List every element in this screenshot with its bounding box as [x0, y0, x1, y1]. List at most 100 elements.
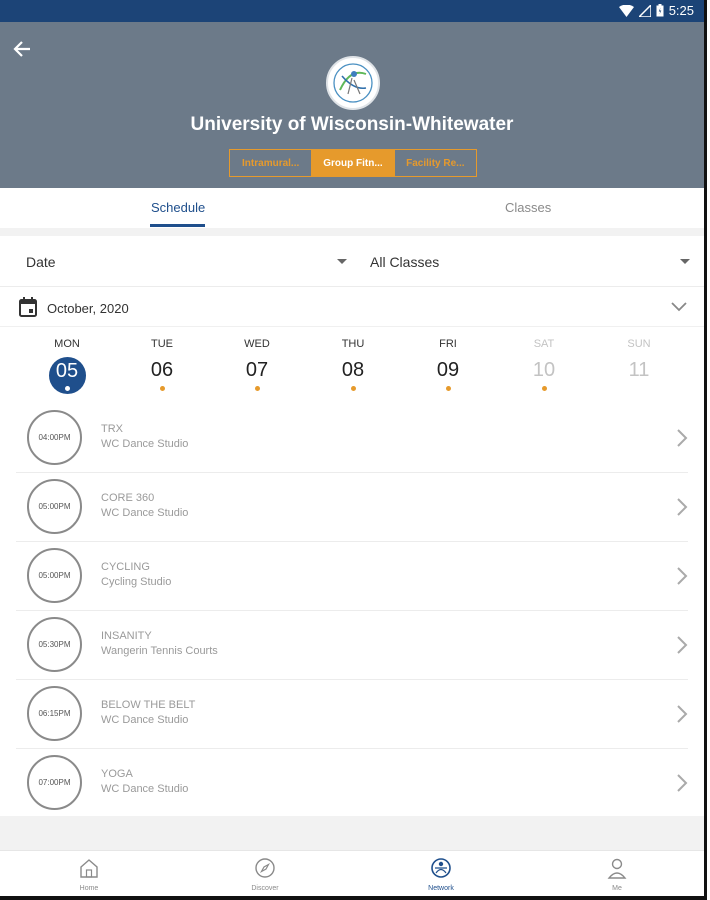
filter-bar: Date All Classes [0, 236, 704, 287]
events-dot [351, 386, 356, 391]
calendar-icon [19, 297, 37, 317]
class-name: CYCLING [101, 561, 150, 573]
day-name: SUN [627, 338, 651, 350]
day-sat[interactable]: SAT 10 [514, 336, 574, 398]
person-icon [607, 858, 627, 879]
class-row[interactable]: 06:15PM BELOW THE BELT WC Dance Studio [0, 680, 704, 749]
class-time: 06:15PM [27, 686, 82, 741]
chevron-down-icon[interactable] [670, 300, 688, 312]
class-list: 04:00PM TRX WC Dance Studio 05:00PM CORE… [0, 404, 704, 818]
list-footer-spacer [0, 816, 704, 850]
class-location: WC Dance Studio [101, 507, 189, 519]
app-frame: 5:25 University of Wisconsin-Whitewater … [0, 0, 707, 900]
events-dot [65, 386, 70, 391]
segment-group-fitness[interactable]: Group Fitn... [311, 150, 394, 176]
org-header: University of Wisconsin-Whitewater Intra… [0, 22, 704, 188]
class-name: TRX [101, 423, 123, 435]
day-name: FRI [439, 338, 457, 350]
class-name: CORE 360 [101, 492, 155, 504]
tab-classes[interactable]: Classes [505, 200, 551, 215]
day-tue[interactable]: TUE 06 [132, 336, 192, 398]
nav-discover[interactable]: Discover [225, 857, 305, 892]
nav-label: Network [428, 885, 454, 892]
nav-label: Discover [251, 885, 279, 892]
class-row[interactable]: 05:00PM CORE 360 WC Dance Studio [0, 473, 704, 542]
day-number: 07 [245, 359, 269, 381]
events-dot [446, 386, 451, 391]
day-name: THU [341, 338, 365, 350]
chevron-right-icon[interactable] [676, 773, 688, 793]
network-icon [431, 858, 451, 878]
day-number: 05 [55, 360, 79, 382]
active-tab-indicator [150, 224, 205, 227]
segment-intramural[interactable]: Intramural... [230, 150, 311, 176]
day-number: 11 [628, 359, 650, 381]
events-dot [542, 386, 547, 391]
signal-icon [638, 4, 651, 17]
class-location: WC Dance Studio [101, 783, 189, 795]
chevron-right-icon[interactable] [676, 566, 688, 586]
org-logo [326, 56, 380, 110]
chevron-right-icon[interactable] [676, 428, 688, 448]
class-time: 05:00PM [27, 548, 82, 603]
nav-label: Me [612, 885, 622, 892]
day-number: 09 [436, 359, 460, 381]
date-dropdown-caret-icon[interactable] [337, 259, 347, 264]
chevron-right-icon[interactable] [676, 497, 688, 517]
nav-network[interactable]: Network [401, 857, 481, 892]
day-number: 10 [532, 359, 556, 381]
events-dot [160, 386, 165, 391]
day-number: 08 [341, 359, 365, 381]
nav-me[interactable]: Me [577, 857, 657, 892]
status-icons: 5:25 [618, 3, 694, 18]
tab-schedule[interactable]: Schedule [151, 200, 205, 215]
category-segmented-control: Intramural... Group Fitn... Facility Re.… [229, 149, 477, 177]
wifi-icon [618, 4, 634, 17]
class-row[interactable]: 07:00PM YOGA WC Dance Studio [0, 749, 704, 818]
month-label: October, 2020 [47, 301, 129, 316]
date-filter-dropdown[interactable]: Date [26, 254, 56, 270]
class-name: YOGA [101, 768, 133, 780]
nav-label: Home [79, 885, 99, 892]
day-fri[interactable]: FRI 09 [418, 336, 478, 398]
day-thu[interactable]: THU 08 [323, 336, 383, 398]
status-bar: 5:25 [0, 0, 704, 22]
class-time: 04:00PM [27, 410, 82, 465]
class-name: INSANITY [101, 630, 152, 642]
compass-icon [255, 858, 275, 878]
day-sun[interactable]: SUN 11 [609, 336, 669, 398]
class-row[interactable]: 05:30PM INSANITY Wangerin Tennis Courts [0, 611, 704, 680]
class-time: 05:30PM [27, 617, 82, 672]
events-dot [255, 386, 260, 391]
day-wed[interactable]: WED 07 [227, 336, 287, 398]
class-time: 05:00PM [27, 479, 82, 534]
month-selector[interactable]: October, 2020 [0, 290, 704, 327]
nav-home[interactable]: Home [49, 857, 129, 892]
status-time: 5:25 [668, 3, 694, 18]
class-time: 07:00PM [27, 755, 82, 810]
back-arrow-icon[interactable] [10, 36, 36, 62]
bottom-navigation: Home Discover Network Me [0, 850, 704, 896]
class-location: WC Dance Studio [101, 438, 189, 450]
class-row[interactable]: 04:00PM TRX WC Dance Studio [0, 404, 704, 473]
day-name: WED [244, 338, 270, 350]
day-name: MON [54, 338, 80, 350]
logo-graphic [333, 63, 373, 103]
class-dropdown-caret-icon[interactable] [680, 259, 690, 264]
class-name: BELOW THE BELT [101, 699, 196, 711]
class-row[interactable]: 05:00PM CYCLING Cycling Studio [0, 542, 704, 611]
home-icon [80, 859, 98, 878]
battery-icon [656, 4, 664, 17]
day-name: SAT [533, 338, 555, 350]
org-title: University of Wisconsin-Whitewater [190, 114, 514, 135]
section-divider [0, 228, 704, 236]
segment-facility-reservations[interactable]: Facility Re... [393, 150, 476, 176]
view-tabs: Schedule Classes [0, 188, 704, 228]
class-location: Cycling Studio [101, 576, 172, 588]
chevron-right-icon[interactable] [676, 704, 688, 724]
chevron-right-icon[interactable] [676, 635, 688, 655]
class-location: Wangerin Tennis Courts [101, 645, 218, 657]
day-name: TUE [151, 338, 173, 350]
day-mon[interactable]: MON 05 [37, 336, 97, 398]
class-filter-dropdown[interactable]: All Classes [370, 254, 439, 270]
